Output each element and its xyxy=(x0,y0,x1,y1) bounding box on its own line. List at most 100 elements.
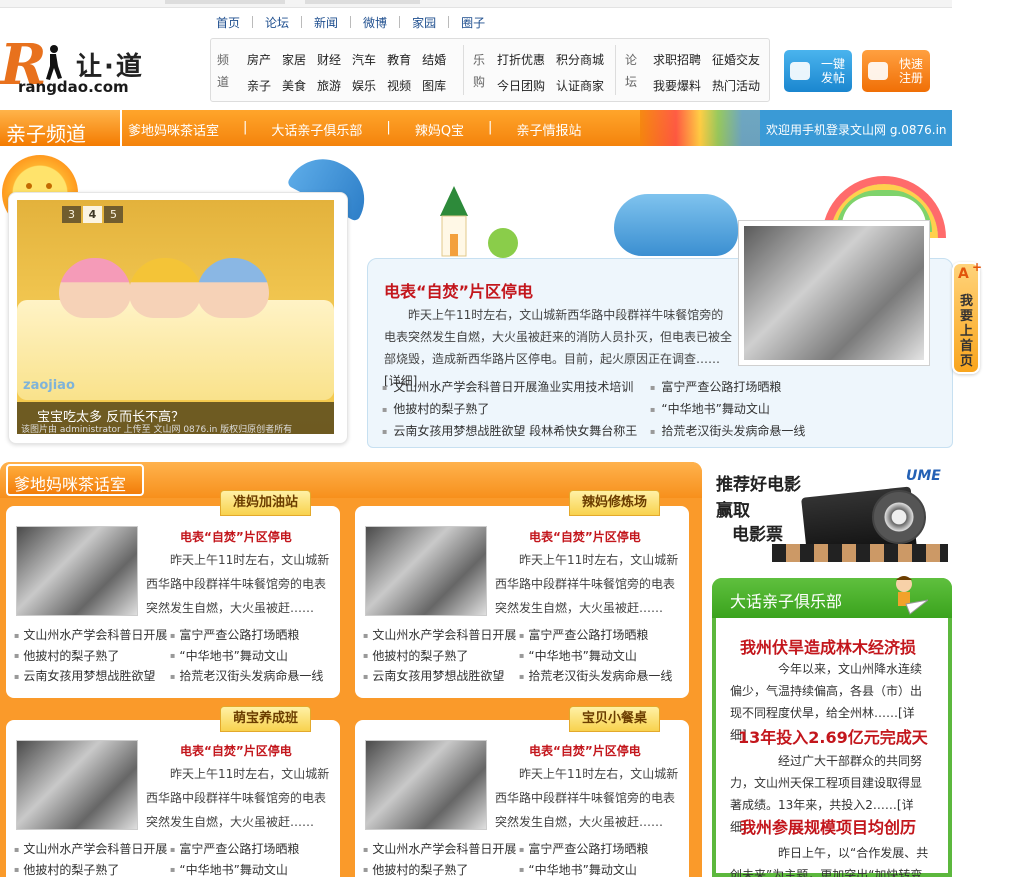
card-thumbnail[interactable] xyxy=(365,740,487,830)
card-link[interactable]: 富宁严查公路打场晒粮 xyxy=(519,840,679,859)
card-link[interactable]: 文山州水产学会科普日开展 xyxy=(14,626,170,645)
card-title[interactable]: 电表“自焚”片区停电 xyxy=(529,528,641,545)
nav-home[interactable]: 首页 xyxy=(210,14,246,31)
channel-link[interactable]: 财经 xyxy=(317,51,341,68)
news-link[interactable]: 文山州水产学会科普日开展渔业实用技术培训 xyxy=(382,378,650,397)
card-link[interactable]: 拾荒老汉街头发病命悬一线 xyxy=(519,667,679,686)
slideshow-image[interactable]: zaojiao 宝宝吃太多 反而长不高？ 该图片由 administrator … xyxy=(17,200,334,434)
group-label: 论坛 xyxy=(625,53,638,89)
news-link[interactable]: 他披村的梨子熟了 xyxy=(382,400,650,419)
channel-link[interactable]: 认证商家 xyxy=(556,77,604,94)
channel-link[interactable]: 视频 xyxy=(387,77,411,94)
channel-link[interactable]: 美食 xyxy=(282,77,306,94)
card-tag[interactable]: 萌宝养成班 xyxy=(220,706,312,732)
section-title[interactable]: 爹地妈咪茶话室 xyxy=(6,464,144,496)
card-link[interactable]: 富宁严查公路打场晒粮 xyxy=(519,626,679,645)
channel-title: 亲子频道 xyxy=(0,108,122,148)
slide-page-4[interactable]: 4 xyxy=(83,206,102,223)
subnav-tea-room[interactable]: 爹地妈咪茶话室 xyxy=(128,120,219,139)
channel-link[interactable]: 图库 xyxy=(422,77,446,94)
ad-line-1: 推荐好电影 xyxy=(716,475,801,495)
card-link[interactable]: 文山州水产学会科普日开展 xyxy=(14,840,170,859)
subnav-info-station[interactable]: 亲子情报站 xyxy=(516,120,581,139)
channel-link[interactable]: 今日团购 xyxy=(497,77,545,94)
channel-link[interactable]: 娱乐 xyxy=(352,77,376,94)
card-title[interactable]: 电表“自焚”片区停电 xyxy=(180,742,292,759)
channel-link[interactable]: 房产 xyxy=(247,51,271,68)
card-link[interactable]: 云南女孩用梦想战胜欲望 xyxy=(363,667,519,686)
channel-link[interactable]: 旅游 xyxy=(317,77,341,94)
channel-sub-nav: 爹地妈咪茶话室 | 大话亲子俱乐部 | 辣妈Q宝 | 亲子情报站 xyxy=(128,120,582,139)
club-article-title[interactable]: 我州伏旱造成林木经济损 xyxy=(740,634,916,658)
card-link[interactable]: 云南女孩用梦想战胜欲望 xyxy=(14,667,170,686)
card-link[interactable]: 文山州水产学会科普日开展 xyxy=(363,626,519,645)
channel-link[interactable]: 求职招聘 xyxy=(653,51,701,68)
card-link[interactable]: “中华地书”舞动文山 xyxy=(519,647,679,666)
channel-link[interactable]: 热门活动 xyxy=(712,77,760,94)
card-link[interactable]: “中华地书”舞动文山 xyxy=(170,861,330,877)
card-link[interactable]: 拾荒老汉街头发病命悬一线 xyxy=(170,667,330,686)
nav-news[interactable]: 新闻 xyxy=(308,14,344,31)
card-link[interactable]: 富宁严查公路打场晒粮 xyxy=(170,840,330,859)
plus-icon: + xyxy=(972,260,983,274)
card-link[interactable]: 他披村的梨子熟了 xyxy=(363,861,519,877)
news-link[interactable]: 拾荒老汉街头发病命悬一线 xyxy=(650,422,822,441)
headline-link-list: 文山州水产学会科普日开展渔业实用技术培训 富宁严查公路打场晒粮 他披村的梨子熟了… xyxy=(382,378,822,441)
baby-yellow-hat xyxy=(129,258,201,318)
channel-link[interactable]: 结婚 xyxy=(422,51,446,68)
headline-title[interactable]: 电表“自焚”片区停电 xyxy=(384,278,533,302)
nav-forum[interactable]: 论坛 xyxy=(259,14,295,31)
channel-link[interactable]: 汽车 xyxy=(352,51,376,68)
slide-page-5[interactable]: 5 xyxy=(104,206,123,223)
nav-circle[interactable]: 圈子 xyxy=(455,14,491,31)
news-link[interactable]: 云南女孩用梦想战胜欲望 段林希快女舞台称王 xyxy=(382,422,650,441)
channel-group-pindao: 频道 房产 家居 财经 汽车 教育 结婚 亲子 美食 旅游 娱乐 视频 图库 xyxy=(211,39,461,101)
card-thumbnail[interactable] xyxy=(365,526,487,616)
slide-page-3[interactable]: 3 xyxy=(62,206,81,223)
quick-post-button[interactable]: 一键发帖 xyxy=(784,50,852,92)
news-link[interactable]: 富宁严查公路打场晒粮 xyxy=(650,378,822,397)
channel-link[interactable]: 家居 xyxy=(282,51,306,68)
card-thumbnail[interactable] xyxy=(16,526,138,616)
card-link[interactable]: “中华地书”舞动文山 xyxy=(170,647,330,666)
card-link[interactable]: 他披村的梨子熟了 xyxy=(363,647,519,666)
welcome-text[interactable]: 欢迎用手机登录文山网 g.0876.in xyxy=(766,121,947,138)
card-link[interactable]: 文山州水产学会科普日开展 xyxy=(363,840,519,859)
article-card: 辣妈修炼场 电表“自焚”片区停电 昨天上午11时左右，文山城新西华路中段群祥牛味… xyxy=(355,490,689,698)
slide-pager: 3 4 5 xyxy=(62,206,123,223)
quick-post-label: 一键发帖 xyxy=(820,57,845,85)
news-link[interactable]: “中华地书”舞动文山 xyxy=(650,400,822,419)
channel-link[interactable]: 打折优惠 xyxy=(497,51,545,68)
card-link[interactable]: “中华地书”舞动文山 xyxy=(519,861,679,877)
site-logo[interactable]: R 让·道 rangdao.com xyxy=(0,32,200,106)
club-title[interactable]: 大话亲子俱乐部 xyxy=(730,588,842,612)
subnav-mom-baby[interactable]: 辣妈Q宝 xyxy=(415,120,464,139)
card-thumbnail[interactable] xyxy=(16,740,138,830)
card-link[interactable]: 他披村的梨子熟了 xyxy=(14,861,170,877)
headline-photo[interactable] xyxy=(738,220,930,366)
card-title[interactable]: 电表“自焚”片区停电 xyxy=(180,528,292,545)
nav-home-garden[interactable]: 家园 xyxy=(406,14,442,31)
quick-register-button[interactable]: 快速注册 xyxy=(862,50,930,92)
movie-ticket-ad[interactable]: 推荐好电影 赢取 电影票 UME xyxy=(712,462,952,568)
submit-tab-label: 我要上首页 xyxy=(960,294,974,369)
submit-to-homepage-tab[interactable]: A + 我要上首页 xyxy=(952,260,983,374)
film-strip-icon xyxy=(772,544,948,562)
card-link[interactable]: 他披村的梨子熟了 xyxy=(14,647,170,666)
nav-weibo[interactable]: 微博 xyxy=(357,14,393,31)
subnav-club[interactable]: 大话亲子俱乐部 xyxy=(271,120,362,139)
card-title[interactable]: 电表“自焚”片区停电 xyxy=(529,742,641,759)
card-tag[interactable]: 宝贝小餐桌 xyxy=(569,706,661,732)
club-article-title[interactable]: 我州参展规模项目均创历 xyxy=(740,814,916,838)
card-link[interactable]: 富宁严查公路打场晒粮 xyxy=(170,626,330,645)
channel-link[interactable]: 教育 xyxy=(387,51,411,68)
card-tag[interactable]: 准妈加油站 xyxy=(220,490,312,516)
card-summary: 昨天上午11时左右，文山城新西华路中段群祥牛味餐馆旁的电表突然发生自燃，大火虽被… xyxy=(146,553,330,615)
article-card: 宝贝小餐桌 电表“自焚”片区停电 昨天上午11时左右，文山城新西华路中段群祥牛味… xyxy=(355,706,689,877)
channel-link[interactable]: 征婚交友 xyxy=(712,51,760,68)
card-tag[interactable]: 辣妈修炼场 xyxy=(569,490,661,516)
club-article-title[interactable]: 13年投入2.69亿元完成天 xyxy=(738,724,928,748)
channel-link[interactable]: 亲子 xyxy=(247,77,271,94)
channel-link[interactable]: 积分商城 xyxy=(556,51,604,68)
channel-link[interactable]: 我要爆料 xyxy=(653,77,701,94)
